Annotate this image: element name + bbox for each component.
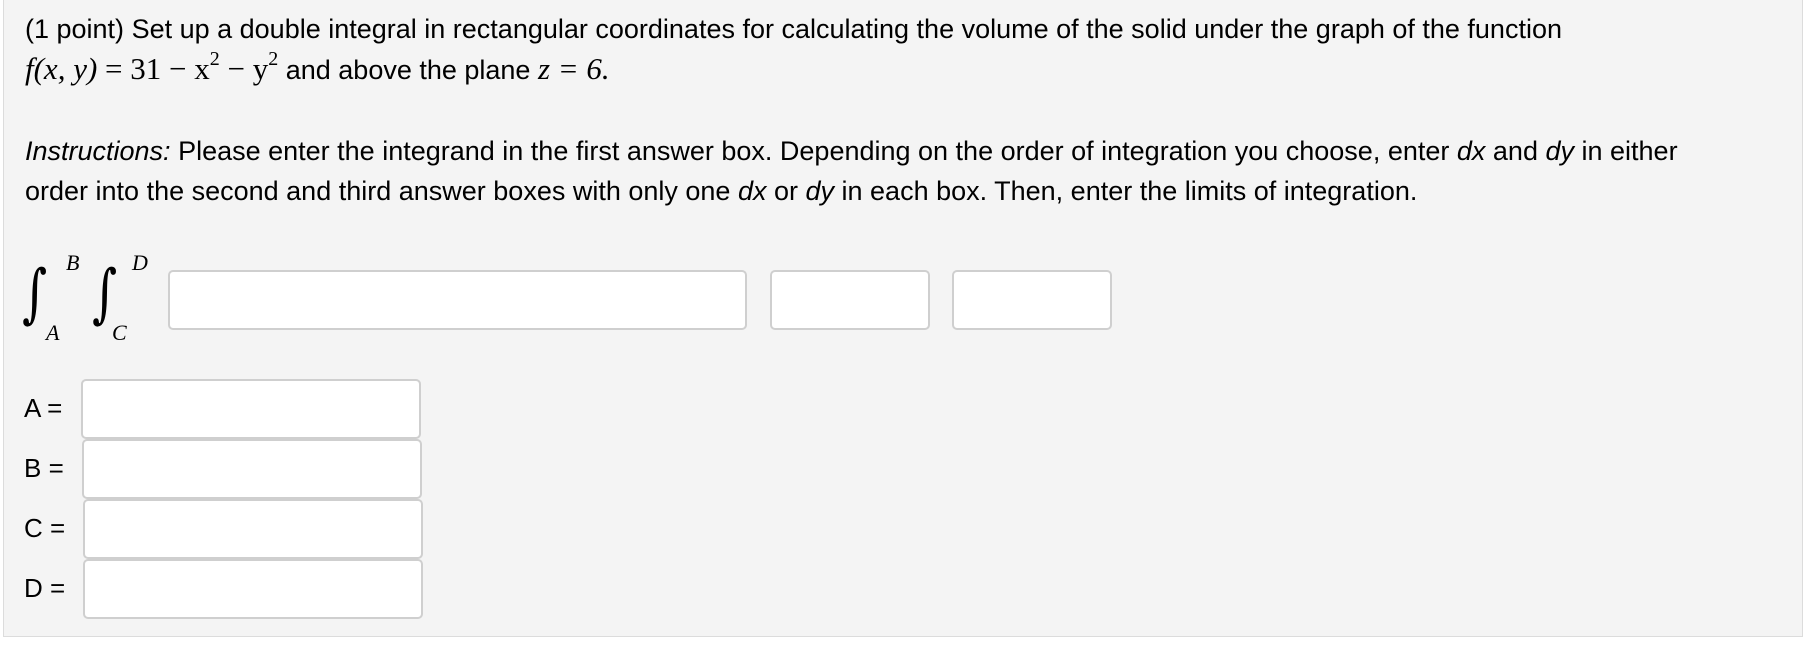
function-minus: − y	[219, 51, 269, 86]
limit-c-input[interactable]	[83, 499, 423, 559]
instructions-line1: Instructions: Please enter the integrand…	[25, 136, 1678, 166]
limit-a-label: A =	[24, 393, 63, 423]
limit-a-input[interactable]	[81, 379, 421, 439]
problem-statement-line2: f(x, y) = 31 − x2 − y2 and above the pla…	[25, 48, 610, 87]
integrand-input[interactable]	[168, 270, 747, 330]
problem-statement-line1: (1 point) Set up a double integral in re…	[25, 12, 1562, 46]
and-above-text: and above the plane	[278, 55, 538, 85]
limit-b-label: B =	[24, 453, 64, 483]
differential-1-input[interactable]	[770, 270, 930, 330]
instructions-line2: order into the second and third answer b…	[25, 176, 1418, 206]
limit-d-label: D =	[24, 573, 66, 603]
function-expression: f(x, y) = 31 − x2 − y2	[25, 48, 279, 86]
differential-2-input[interactable]	[952, 270, 1112, 330]
function-exponent-1: 2	[209, 48, 220, 70]
instructions-label: Instructions:	[25, 136, 171, 166]
function-eq: = 31 − x	[97, 51, 210, 86]
plane-equation: z = 6.	[537, 51, 610, 86]
outer-integral-sign: ∫	[22, 257, 48, 331]
problem-panel: (1 point) Set up a double integral in re…	[3, 0, 1803, 637]
inner-upper-limit: D	[132, 250, 148, 275]
statement-text: Set up a double integral in rectangular …	[124, 14, 1562, 44]
limit-b-input[interactable]	[82, 439, 422, 499]
outer-lower-limit: A	[46, 320, 60, 345]
inner-integral-sign: ∫	[92, 257, 118, 331]
function-lhs: f(x, y)	[25, 51, 98, 86]
inner-lower-limit: C	[112, 320, 127, 345]
points-label: (1 point)	[25, 14, 125, 44]
limit-d-input[interactable]	[83, 559, 423, 619]
function-exponent-2: 2	[268, 48, 279, 70]
outer-upper-limit: B	[66, 250, 80, 275]
limit-c-label: C =	[24, 513, 66, 543]
